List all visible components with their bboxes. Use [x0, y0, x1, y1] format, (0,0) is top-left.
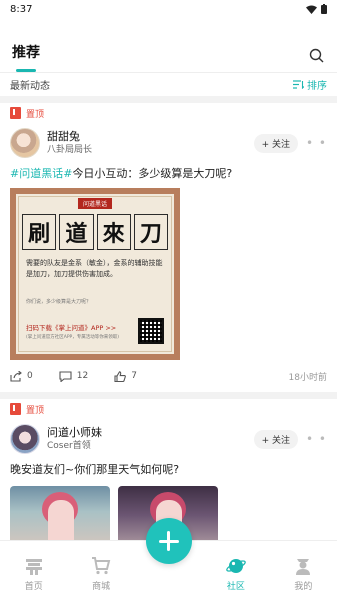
pin-label: 置顶	[26, 109, 45, 120]
sort-button[interactable]: 排序	[293, 77, 327, 92]
post-text[interactable]: 晚安道友们~你们那里天气如何呢?	[10, 459, 327, 484]
share-count: 0	[27, 371, 33, 381]
bottom-nav: 首页 商城 社区 我的	[0, 518, 337, 600]
poster-title: 刷 道 來 刀	[22, 214, 168, 250]
nav-home[interactable]: 首页	[0, 541, 67, 600]
author-name[interactable]: 甜甜兔	[47, 130, 254, 144]
post-text[interactable]: #问道黑话#今日小互动：多少级算是大刀呢?	[10, 163, 327, 188]
feed-header: 最新动态 排序	[0, 73, 337, 96]
avatar[interactable]	[10, 424, 40, 454]
sort-label: 排序	[307, 81, 327, 92]
nav-profile[interactable]: 我的	[270, 541, 337, 600]
author-info: 甜甜兔 八卦局局长	[47, 130, 254, 156]
comment-count: 12	[76, 371, 89, 381]
author-title: Coser首领	[47, 441, 91, 451]
search-icon	[309, 48, 323, 62]
sort-icon	[293, 80, 304, 89]
pin-icon	[10, 107, 21, 119]
status-time: 8:37	[10, 3, 33, 15]
poster-char: 來	[96, 214, 131, 250]
planet-icon	[226, 556, 246, 576]
status-bar: 8:37	[0, 0, 337, 18]
share-button[interactable]: 0	[10, 370, 33, 382]
pin-label: 置顶	[26, 405, 45, 416]
nav-label: 社区	[226, 582, 245, 592]
search-button[interactable]	[305, 44, 327, 66]
post-image[interactable]: 问道黑话 刷 道 來 刀 需要的队友是金系（敏金），金系的辅助技能是加刀，加刀提…	[10, 188, 180, 360]
like-button[interactable]: 7	[114, 370, 137, 382]
section-gap	[0, 96, 337, 103]
author-title: 八卦局局长	[47, 145, 93, 155]
poster-char: 刀	[133, 214, 168, 250]
poster-tag: 问道黑话	[77, 198, 113, 209]
author-row: 问道小师妹 Coser首领 + 关注 • •	[10, 419, 327, 459]
cart-icon	[91, 556, 111, 576]
author-info: 问道小师妹 Coser首领	[47, 426, 254, 452]
poster-char: 刷	[22, 214, 57, 250]
like-count: 7	[131, 371, 137, 381]
poster-body: 需要的队友是金系（敏金），金系的辅助技能是加刀，加刀提供伤害加成。	[26, 259, 163, 278]
nav-community[interactable]: 社区	[202, 541, 269, 600]
top-tab-bar: 推荐	[0, 18, 337, 72]
nav-label: 首页	[24, 582, 43, 592]
nav-label: 我的	[294, 582, 313, 592]
thumbs-up-icon	[114, 370, 127, 382]
hashtag[interactable]: #问道黑话#	[10, 167, 72, 180]
status-icons	[306, 4, 327, 14]
post-time: 18小时前	[288, 372, 327, 383]
home-icon	[24, 556, 44, 576]
pin-icon	[10, 403, 21, 415]
tab-recommend[interactable]: 推荐	[12, 42, 40, 72]
section-gap	[0, 392, 337, 399]
more-options-icon[interactable]: • •	[306, 136, 327, 150]
feed-title: 最新动态	[10, 81, 50, 92]
nav-shop[interactable]: 商城	[67, 541, 134, 600]
post-stats: 0 12 7 18小时前	[10, 360, 327, 392]
pin-row: 置顶	[10, 399, 327, 419]
poster-char: 道	[59, 214, 94, 250]
follow-button[interactable]: + 关注	[253, 133, 299, 153]
follow-button[interactable]: + 关注	[253, 429, 299, 449]
more-options-icon[interactable]: • •	[306, 432, 327, 446]
post-body: 今日小互动：多少级算是大刀呢?	[72, 167, 233, 180]
nav-label: 商城	[92, 582, 111, 592]
poster-note: (掌上问道官方社区APP，专属活动等你来领取)	[26, 335, 120, 340]
author-name[interactable]: 问道小师妹	[47, 426, 254, 440]
author-row: 甜甜兔 八卦局局长 + 关注 • •	[10, 123, 327, 163]
pin-row: 置顶	[10, 103, 327, 123]
wifi-icon	[306, 5, 317, 14]
share-icon	[10, 370, 22, 382]
comment-icon	[59, 370, 72, 382]
qr-code	[138, 318, 164, 344]
poster-cta: 扫码下载《掌上问道》APP >>	[26, 324, 117, 332]
comment-button[interactable]: 12	[59, 370, 89, 382]
battery-icon	[321, 4, 327, 14]
avatar[interactable]	[10, 128, 40, 158]
poster-question: 你们说，多少级算是大刀呢？	[26, 299, 92, 305]
create-post-button[interactable]	[145, 518, 192, 564]
profile-icon	[293, 556, 313, 576]
post-card[interactable]: 置顶 甜甜兔 八卦局局长 + 关注 • • #问道黑话#今日小互动：多少级算是大…	[0, 103, 337, 392]
